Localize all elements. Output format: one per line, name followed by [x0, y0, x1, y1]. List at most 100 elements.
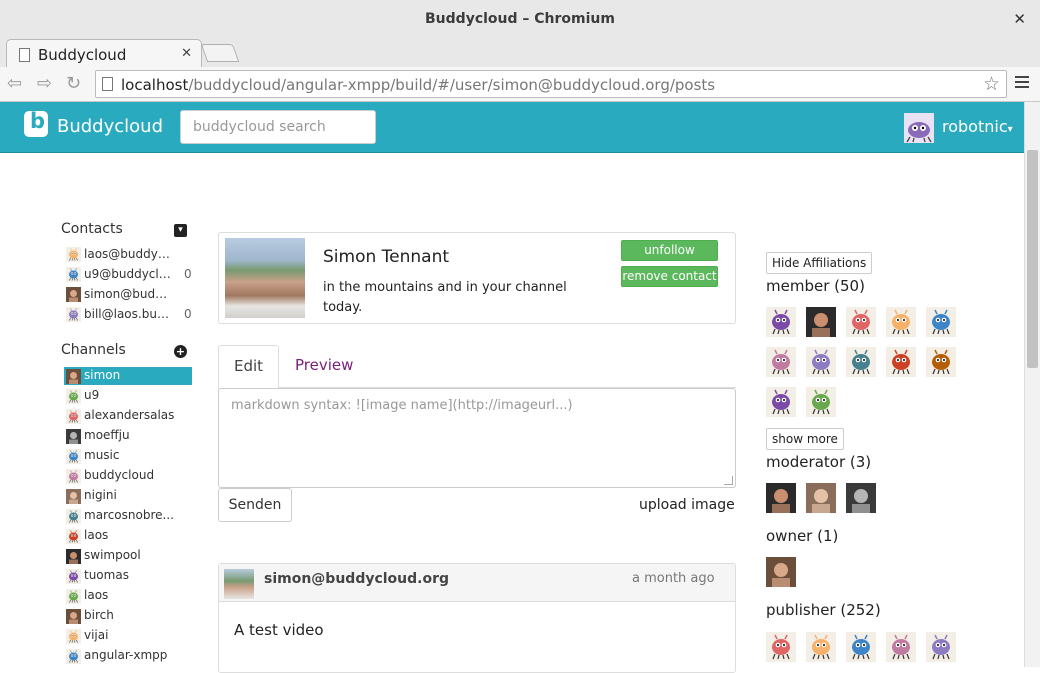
show-more-button[interactable]: show more — [766, 428, 844, 450]
tab-preview[interactable]: Preview — [280, 345, 368, 388]
scrollbar-thumb[interactable] — [1027, 150, 1038, 368]
member-avatar[interactable] — [806, 347, 836, 377]
moderator-avatar[interactable] — [806, 483, 836, 513]
address-url: localhost/buddycloud/angular-xmpp/build/… — [121, 76, 716, 94]
reload-icon[interactable]: ↻ — [66, 73, 81, 94]
moderator-avatar[interactable] — [766, 483, 796, 513]
channel-item-simon[interactable]: simon — [64, 367, 192, 385]
channel-avatar — [66, 429, 81, 444]
channel-avatar — [66, 469, 81, 484]
contact-name: laos@buddyc... — [84, 247, 172, 261]
post-avatar[interactable] — [224, 569, 254, 599]
channel-name: laos — [84, 528, 109, 542]
post-author[interactable]: simon@buddycloud.org — [264, 571, 449, 587]
browser-tab[interactable]: Buddycloud ✕ — [6, 39, 202, 69]
forward-icon[interactable]: ⇨ — [37, 73, 52, 94]
member-avatar[interactable] — [766, 347, 796, 377]
member-avatar[interactable] — [846, 347, 876, 377]
publisher-avatar[interactable] — [886, 632, 916, 662]
channel-item-music[interactable]: music — [64, 447, 192, 465]
channel-avatar — [66, 649, 81, 664]
channel-item-laos[interactable]: laos — [64, 527, 192, 545]
channel-item-nigini[interactable]: nigini — [64, 487, 192, 505]
page-icon — [102, 77, 113, 91]
window-title: Buddycloud – Chromium — [425, 11, 615, 27]
user-menu-dropdown[interactable]: robotnic▾ — [942, 117, 1013, 136]
member-avatar[interactable] — [766, 307, 796, 337]
channel-name: vijai — [84, 628, 109, 642]
channel-avatar — [66, 489, 81, 504]
add-channel-icon[interactable]: + — [174, 345, 187, 358]
publisher-avatar[interactable] — [926, 632, 956, 662]
member-avatar[interactable] — [926, 347, 956, 377]
channel-item-marcosnobre[interactable]: marcosnobre... — [64, 507, 192, 525]
new-tab-button[interactable] — [200, 44, 240, 62]
contact-name: u9@buddyclo... — [84, 267, 172, 281]
contact-avatar — [66, 267, 81, 282]
contact-item[interactable]: bill@laos.bud... 0 — [64, 305, 194, 325]
profile-name: Simon Tennant — [323, 247, 450, 267]
buddycloud-logo-icon[interactable] — [24, 109, 48, 137]
channels-heading: Channels — [61, 342, 126, 358]
member-avatar[interactable] — [766, 387, 796, 417]
publisher-avatar[interactable] — [766, 632, 796, 662]
tab-edit[interactable]: Edit — [218, 345, 280, 389]
channel-item-vijai[interactable]: vijai — [64, 627, 192, 645]
publisher-avatar[interactable] — [846, 632, 876, 662]
publisher-avatar[interactable] — [806, 632, 836, 662]
tab-title: Buddycloud — [38, 46, 127, 64]
member-avatar[interactable] — [806, 307, 836, 337]
window-close-icon[interactable]: ✕ — [1013, 10, 1026, 28]
channel-item-buddycloud[interactable]: buddycloud — [64, 467, 192, 485]
unfollow-button[interactable]: unfollow — [621, 240, 718, 261]
channel-avatar — [66, 389, 81, 404]
tab-strip: Buddycloud ✕ — [0, 36, 1040, 69]
member-avatar[interactable] — [886, 307, 916, 337]
page-scrollbar[interactable] — [1024, 102, 1040, 667]
address-bar[interactable]: localhost/buddycloud/angular-xmpp/build/… — [95, 70, 1007, 98]
browser-toolbar: ⇦ ⇨ ↻ localhost/buddycloud/angular-xmpp/… — [0, 67, 1040, 102]
profile-bio: in the mountains and in your channel tod… — [323, 280, 567, 315]
hide-affiliations-button[interactable]: Hide Affiliations — [766, 252, 873, 274]
owner-avatar[interactable] — [766, 557, 796, 587]
contact-item[interactable]: simon@budd... — [64, 285, 194, 305]
resize-handle[interactable] — [724, 476, 733, 485]
channel-item-tuomas[interactable]: tuomas — [64, 567, 192, 585]
send-button[interactable]: Senden — [218, 488, 292, 522]
remove-contact-button[interactable]: remove contact — [621, 266, 718, 287]
channel-name: music — [84, 448, 120, 462]
search-input[interactable] — [180, 110, 376, 144]
post-timestamp: a month ago — [632, 571, 715, 586]
channel-item-moeffju[interactable]: moeffju — [64, 427, 192, 445]
member-avatar[interactable] — [886, 347, 916, 377]
channel-item-u9[interactable]: u9 — [64, 387, 192, 405]
channel-avatar — [66, 409, 81, 424]
tab-close-icon[interactable]: ✕ — [181, 46, 192, 61]
page-icon — [19, 48, 30, 62]
post-editor[interactable] — [218, 388, 736, 488]
collapse-toggle-icon[interactable]: ▾ — [174, 224, 187, 237]
contact-item[interactable]: u9@buddyclo... 0 — [64, 265, 194, 285]
bookmark-star-icon[interactable]: ☆ — [983, 73, 1000, 95]
contact-unread-count: 0 — [184, 267, 192, 281]
channel-item-laos[interactable]: laos — [64, 587, 192, 605]
back-icon[interactable]: ⇦ — [7, 73, 22, 94]
user-avatar[interactable] — [904, 113, 934, 143]
publisher-heading: publisher (252) — [766, 601, 881, 619]
member-heading: member (50) — [766, 277, 865, 295]
channel-item-angularxmpp[interactable]: angular-xmpp — [64, 647, 192, 665]
channel-avatar — [66, 449, 81, 464]
member-avatar[interactable] — [806, 387, 836, 417]
channel-name: birch — [84, 608, 114, 622]
member-avatar[interactable] — [926, 307, 956, 337]
channel-item-swimpool[interactable]: swimpool — [64, 547, 192, 565]
channel-item-birch[interactable]: birch — [64, 607, 192, 625]
profile-photo — [225, 238, 305, 318]
contact-item[interactable]: laos@buddyc... — [64, 245, 194, 265]
brand-name[interactable]: Buddycloud — [57, 116, 163, 137]
menu-icon[interactable] — [1015, 76, 1029, 91]
member-avatar[interactable] — [846, 307, 876, 337]
upload-image-link[interactable]: upload image — [639, 497, 735, 513]
channel-item-alexandersalas[interactable]: alexandersalas — [64, 407, 192, 425]
moderator-avatar[interactable] — [846, 483, 876, 513]
